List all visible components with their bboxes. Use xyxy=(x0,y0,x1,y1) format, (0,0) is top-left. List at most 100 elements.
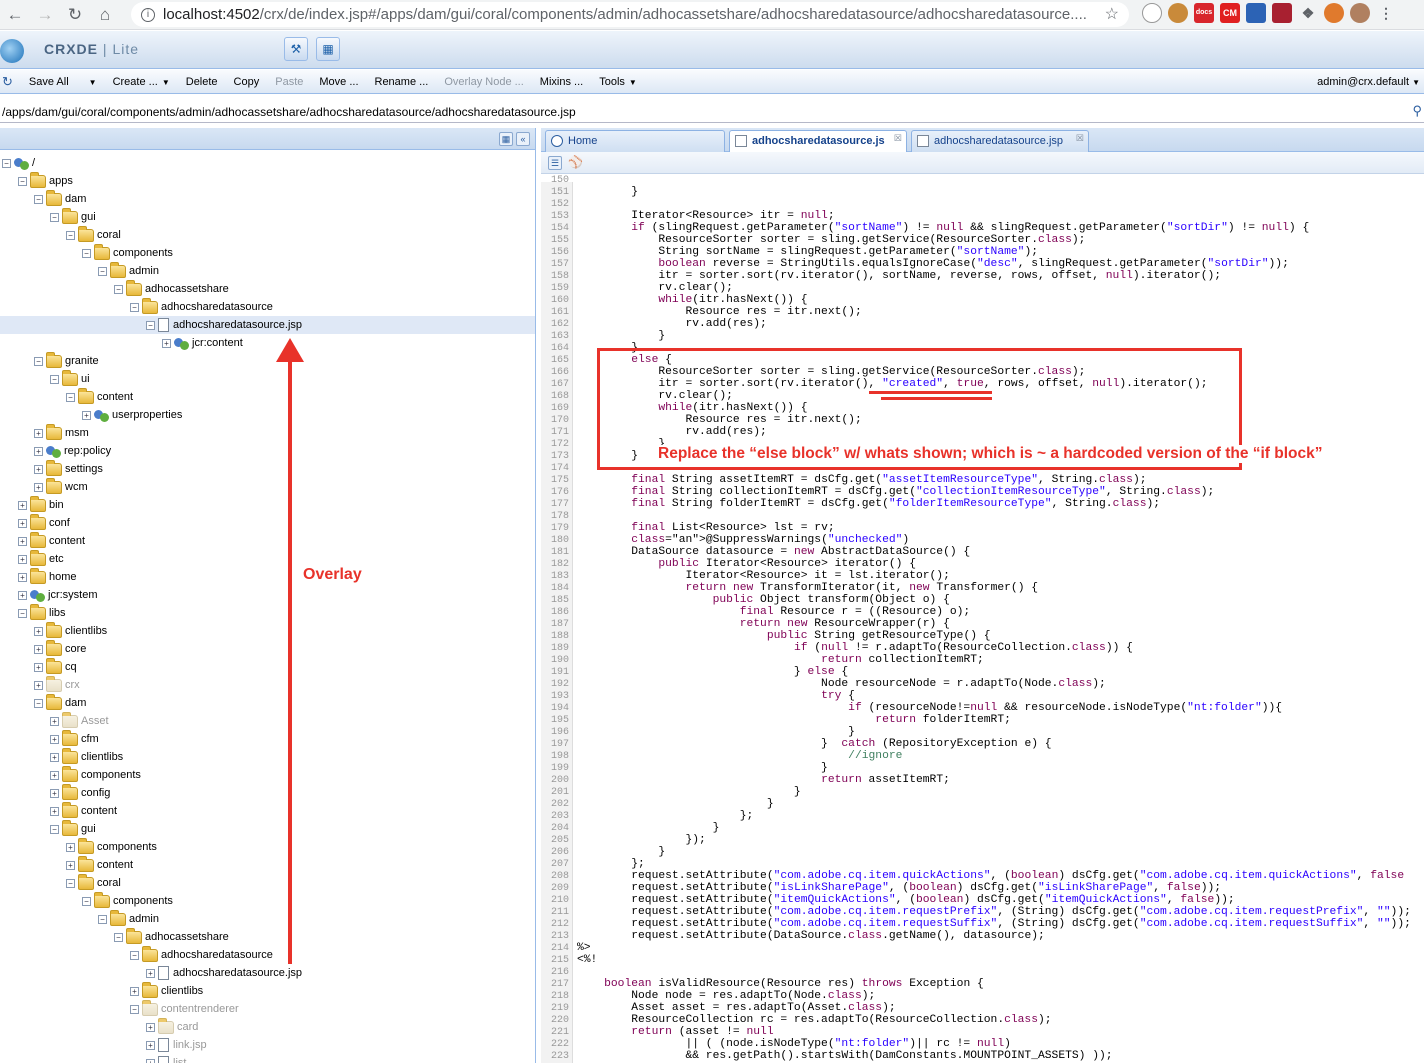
user-menu[interactable]: admin@crx.default ▼ xyxy=(1317,70,1424,94)
forward-icon[interactable]: → xyxy=(30,5,60,25)
cm-extension-icon[interactable]: CM xyxy=(1220,3,1240,23)
refresh-icon[interactable]: ↻ xyxy=(0,74,21,90)
expand-toggle-icon[interactable]: + xyxy=(34,446,43,456)
expand-toggle-icon[interactable]: + xyxy=(18,572,27,582)
collapse-toggle-icon[interactable]: − xyxy=(34,698,43,708)
collapse-toggle-icon[interactable]: − xyxy=(114,932,123,942)
reload-icon[interactable]: ↻ xyxy=(60,5,90,25)
rename-button[interactable]: Rename ... xyxy=(367,76,437,88)
expand-toggle-icon[interactable]: + xyxy=(18,500,27,510)
address-bar[interactable]: i localhost:4502/crx/de/index.jsp#/apps/… xyxy=(131,2,1129,27)
tree-node[interactable]: − contentrenderer xyxy=(0,999,535,1018)
mixins-button[interactable]: Mixins ... xyxy=(532,76,591,88)
tree-node[interactable]: − dam xyxy=(0,693,535,712)
collapse-toggle-icon[interactable]: − xyxy=(98,266,107,276)
tree-node[interactable]: + crx xyxy=(0,675,535,694)
tree-node[interactable]: + userproperties xyxy=(0,406,535,424)
expand-toggle-icon[interactable]: + xyxy=(34,482,43,492)
tree-node[interactable]: − gui xyxy=(0,819,535,838)
tree-node[interactable]: + jcr:system xyxy=(0,586,535,604)
expand-toggle-icon[interactable]: + xyxy=(50,788,59,798)
site-info-icon[interactable]: i xyxy=(141,7,155,22)
tree-node[interactable]: − content xyxy=(0,387,535,406)
layout-extension-icon[interactable] xyxy=(1246,3,1266,23)
tree-node[interactable]: + components xyxy=(0,765,535,784)
tree-node[interactable]: − adhocassetshare xyxy=(0,927,535,946)
puzzle-icon[interactable]: ❖ xyxy=(1298,3,1318,23)
expand-toggle-icon[interactable]: + xyxy=(66,860,75,870)
collapse-toggle-icon[interactable]: − xyxy=(34,356,43,366)
grid-extension-icon[interactable] xyxy=(1272,3,1292,23)
expand-toggle-icon[interactable]: + xyxy=(50,806,59,816)
collapse-toggle-icon[interactable]: − xyxy=(66,878,75,888)
expand-toggle-icon[interactable]: + xyxy=(34,644,43,654)
expand-toggle-icon[interactable]: + xyxy=(66,842,75,852)
tree-node[interactable]: + clientlibs xyxy=(0,747,535,766)
tree-node[interactable]: + msm xyxy=(0,423,535,442)
close-icon[interactable]: ☒ xyxy=(1076,133,1084,144)
collapse-toggle-icon[interactable]: − xyxy=(130,950,139,960)
expand-toggle-icon[interactable]: + xyxy=(130,986,139,996)
collapse-toggle-icon[interactable]: − xyxy=(50,824,59,834)
shield-extension-icon[interactable] xyxy=(1142,3,1162,23)
expand-toggle-icon[interactable]: + xyxy=(146,1022,155,1032)
tree-node[interactable]: + bin xyxy=(0,495,535,514)
tools-menu[interactable]: Tools ▼ xyxy=(591,76,645,88)
expand-toggle-icon[interactable]: + xyxy=(82,410,91,420)
tree-node[interactable]: + rep:policy xyxy=(0,442,535,460)
tree-node[interactable]: + list xyxy=(0,1054,535,1063)
tools-icon[interactable]: ⚒ xyxy=(284,37,308,61)
collapse-toggle-icon[interactable]: − xyxy=(146,320,155,330)
tree-node[interactable]: − granite xyxy=(0,351,535,370)
avatar[interactable] xyxy=(1350,3,1370,23)
tree-node[interactable]: + content xyxy=(0,855,535,874)
profile-extension-icon[interactable] xyxy=(1324,3,1344,23)
tree-node[interactable]: − components xyxy=(0,243,535,262)
expand-toggle-icon[interactable]: + xyxy=(18,554,27,564)
save-all-menu[interactable]: ▼ xyxy=(77,76,105,88)
collapse-toggle-icon[interactable]: − xyxy=(18,608,27,618)
collapse-toggle-icon[interactable]: − xyxy=(82,896,91,906)
expand-toggle-icon[interactable]: + xyxy=(146,1058,155,1063)
tree-node[interactable]: + home xyxy=(0,567,535,586)
tree-node[interactable]: + settings xyxy=(0,459,535,478)
tree-node[interactable]: − admin xyxy=(0,909,535,928)
expand-toggle-icon[interactable]: + xyxy=(34,464,43,474)
package-icon[interactable]: ▦ xyxy=(316,37,340,61)
collapse-panel-icon[interactable]: « xyxy=(516,132,530,146)
collapse-toggle-icon[interactable]: − xyxy=(82,248,91,258)
tree-node[interactable]: + cq xyxy=(0,657,535,676)
tree-node[interactable]: + components xyxy=(0,837,535,856)
search-icon[interactable]: ⚲ xyxy=(1412,103,1422,119)
tree-node[interactable]: − adhocsharedatasource.jsp xyxy=(0,316,535,334)
tree-node[interactable]: − gui xyxy=(0,207,535,226)
create-button[interactable]: Create ... ▼ xyxy=(105,76,178,88)
collapse-toggle-icon[interactable]: − xyxy=(130,1004,139,1014)
tree-node[interactable]: − dam xyxy=(0,189,535,208)
tree-node[interactable]: + jcr:content xyxy=(0,334,535,352)
save-all-button[interactable]: Save All xyxy=(21,76,77,88)
copy-button[interactable]: Copy xyxy=(226,76,268,88)
path-field[interactable]: /apps/dam/gui/coral/components/admin/adh… xyxy=(0,101,1424,123)
tree-node[interactable]: + Asset xyxy=(0,711,535,730)
tab-home[interactable]: Home xyxy=(545,130,725,152)
expand-toggle-icon[interactable]: + xyxy=(18,518,27,528)
overlay-node-button[interactable]: Overlay Node ... xyxy=(436,76,531,88)
expand-toggle-icon[interactable]: + xyxy=(50,752,59,762)
expand-toggle-icon[interactable]: + xyxy=(18,536,27,546)
collapse-toggle-icon[interactable]: − xyxy=(66,230,75,240)
menu-icon[interactable]: ⋮ xyxy=(1376,3,1396,23)
expand-toggle-icon[interactable]: + xyxy=(162,338,171,348)
tree-node[interactable]: + wcm xyxy=(0,477,535,496)
expand-toggle-icon[interactable]: + xyxy=(50,734,59,744)
tree-options-icon[interactable]: ▦ xyxy=(499,132,513,146)
expand-toggle-icon[interactable]: + xyxy=(18,590,27,600)
tab-adhocsharedatasource-js[interactable]: adhocsharedatasource.js ☒ xyxy=(729,130,907,152)
expand-toggle-icon[interactable]: + xyxy=(34,662,43,672)
docs-extension-icon[interactable]: docs xyxy=(1194,3,1214,23)
close-icon[interactable]: ☒ xyxy=(894,133,902,144)
tree-node[interactable]: + adhocsharedatasource.jsp xyxy=(0,964,535,982)
move-button[interactable]: Move ... xyxy=(311,76,366,88)
tree-node[interactable]: + content xyxy=(0,531,535,550)
code-editor[interactable]: 150 151 } 152 153 Iterator<Resource> itr = … xyxy=(541,175,1424,1063)
